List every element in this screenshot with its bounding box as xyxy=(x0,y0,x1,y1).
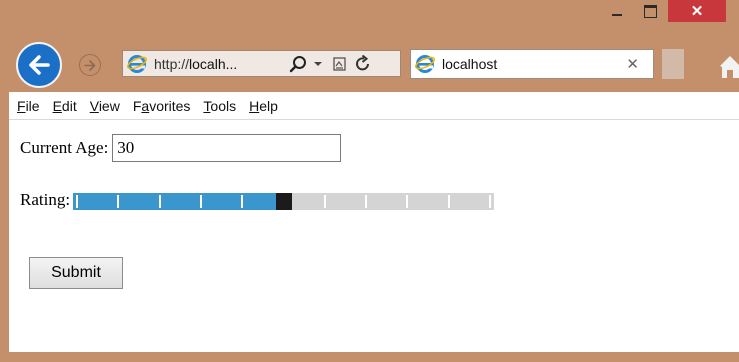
url-text: http://localh... xyxy=(154,56,237,72)
rating-tick xyxy=(448,194,451,208)
url-host: localh... xyxy=(189,55,238,72)
menu-file[interactable]: File xyxy=(14,98,43,114)
rating-tick xyxy=(200,194,203,208)
dropdown-arrow-icon[interactable] xyxy=(313,55,323,73)
menu-tools[interactable]: Tools xyxy=(200,98,239,114)
rating-tick xyxy=(406,194,409,208)
rating-label: Rating: xyxy=(20,190,71,209)
rating-thumb[interactable] xyxy=(276,192,293,210)
age-label: Current Age: xyxy=(20,138,109,157)
rating-right-cap xyxy=(489,194,492,208)
back-arrow-icon xyxy=(29,55,50,75)
title-bar: ✕ xyxy=(0,0,739,36)
minimize-button[interactable] xyxy=(603,0,631,22)
forward-arrow-icon xyxy=(84,59,96,71)
menu-view[interactable]: View xyxy=(87,98,123,114)
rating-slider[interactable] xyxy=(73,192,495,210)
menu-bar: File Edit View Favorites Tools Help xyxy=(9,92,739,120)
age-input[interactable]: 30 xyxy=(112,134,342,162)
rating-row: Rating: xyxy=(20,190,495,210)
tab-close-icon[interactable]: ✕ xyxy=(626,55,639,73)
close-button[interactable]: ✕ xyxy=(668,0,726,22)
rating-tick xyxy=(159,194,162,208)
rating-tick xyxy=(241,194,244,208)
maximize-button[interactable] xyxy=(636,0,664,22)
compatibility-view-icon[interactable] xyxy=(332,55,348,73)
tab-localhost[interactable]: localhost ✕ xyxy=(410,49,654,79)
new-tab-button[interactable] xyxy=(662,49,684,79)
close-icon: ✕ xyxy=(690,3,704,20)
tab-ie-logo-icon xyxy=(414,53,436,75)
navigation-bar: http://localh... localhost ✕ xyxy=(0,36,739,92)
back-button[interactable] xyxy=(16,42,62,88)
tab-title: localhost xyxy=(442,56,498,72)
minimize-icon xyxy=(612,14,622,16)
menu-favorites[interactable]: Favorites xyxy=(130,98,194,114)
home-icon[interactable] xyxy=(720,54,739,78)
ie-logo-icon xyxy=(126,53,148,75)
menu-edit[interactable]: Edit xyxy=(50,98,80,114)
search-icon[interactable] xyxy=(289,55,307,73)
url-protocol: http:// xyxy=(154,55,190,72)
rating-tick xyxy=(324,194,327,208)
refresh-icon[interactable] xyxy=(355,55,371,73)
age-row: Current Age: 30 xyxy=(20,134,342,162)
rating-fill xyxy=(73,192,277,210)
maximize-icon xyxy=(643,4,657,18)
menu-help[interactable]: Help xyxy=(246,98,281,114)
rating-left-cap xyxy=(76,194,79,208)
rating-tick xyxy=(117,194,120,208)
submit-button[interactable]: Submit xyxy=(29,257,123,289)
address-bar[interactable]: http://localh... xyxy=(122,50,401,77)
page-content: Current Age: 30 Rating: Submit xyxy=(9,120,739,352)
forward-button[interactable] xyxy=(79,54,101,76)
rating-tick xyxy=(365,194,368,208)
